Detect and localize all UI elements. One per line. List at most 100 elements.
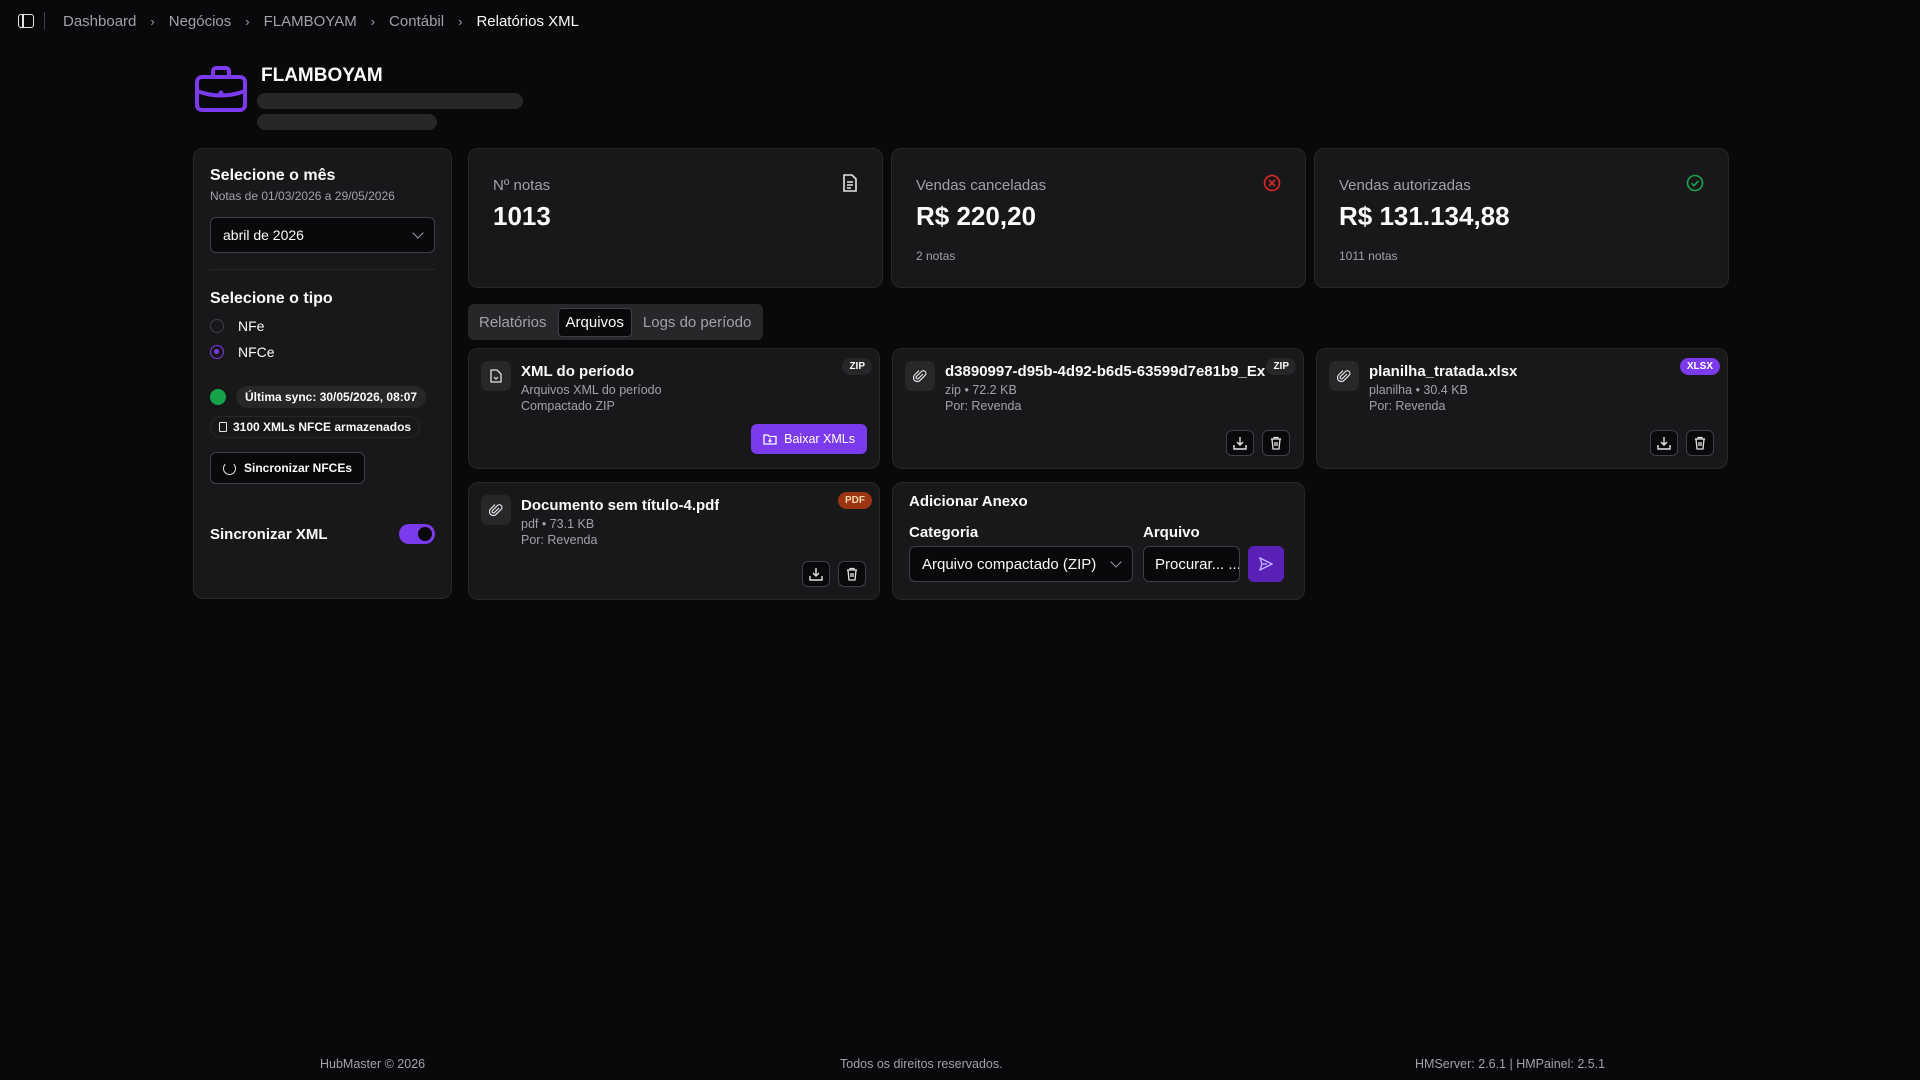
stat-card-cancelled: Vendas canceladas R$ 220,20 2 notas — [891, 148, 1306, 288]
type-title: Selecione o tipo — [210, 290, 333, 307]
send-attachment-button[interactable] — [1248, 546, 1284, 582]
radio-label: NFe — [238, 318, 265, 334]
chevron-down-icon — [412, 227, 424, 239]
skeleton-line — [257, 114, 437, 130]
stat-value: R$ 131.134,88 — [1339, 201, 1510, 231]
file-name: planilha_tratada.xlsx — [1369, 363, 1518, 380]
check-circle-icon — [1686, 174, 1704, 192]
breadcrumb-negocios[interactable]: Negócios — [169, 13, 232, 30]
month-select-value: abril de 2026 — [223, 227, 304, 243]
download-button[interactable] — [802, 561, 830, 587]
file-label: Arquivo — [1143, 524, 1200, 541]
file-type-badge: PDF — [838, 492, 872, 509]
breadcrumb-contabil[interactable]: Contábil — [389, 13, 444, 30]
download-icon — [809, 568, 823, 581]
download-icon — [1657, 437, 1671, 450]
file-meta: zip • 72.2 KB — [945, 383, 1017, 397]
file-type-badge: ZIP — [1266, 358, 1296, 375]
delete-button[interactable] — [1686, 430, 1714, 456]
paperclip-icon — [905, 361, 935, 391]
file-name: XML do período — [521, 363, 635, 380]
radio-button-selected-icon[interactable] — [210, 345, 224, 359]
sync-status: Última sync: 30/05/2026, 08:07 — [210, 386, 435, 408]
file-icon — [481, 361, 511, 391]
briefcase-icon — [195, 66, 247, 112]
stat-label: Vendas canceladas — [916, 177, 1047, 194]
footer-rights: Todos os direitos reservados. — [840, 1057, 1003, 1071]
file-browse-button[interactable]: Procurar... ... — [1143, 546, 1240, 582]
send-icon — [1259, 557, 1273, 571]
folder-download-icon — [763, 434, 777, 445]
tab-logs[interactable]: Logs do período — [636, 309, 758, 336]
radio-button-icon[interactable] — [210, 319, 224, 333]
file-icon — [219, 422, 227, 432]
breadcrumb: Dashboard › Negócios › FLAMBOYAM › Contá… — [63, 13, 579, 30]
radio-nfce[interactable]: NFCe — [210, 344, 435, 360]
file-meta: Arquivos XML do período — [521, 383, 662, 397]
tab-arquivos[interactable]: Arquivos — [557, 307, 632, 337]
sync-xml-label: Sincronizar XML — [210, 525, 328, 543]
refresh-icon — [223, 461, 236, 475]
breadcrumb-current: Relatórios XML — [476, 12, 579, 30]
trash-icon — [1695, 436, 1705, 450]
month-select[interactable]: abril de 2026 — [210, 217, 435, 253]
radio-label: NFCe — [238, 344, 275, 360]
chevron-right-icon: › — [370, 13, 376, 29]
stored-xml-text: 3100 XMLs NFCE armazenados — [233, 420, 412, 434]
paperclip-icon — [481, 495, 511, 525]
file-meta: Por: Revenda — [1369, 399, 1446, 413]
tab-relatorios[interactable]: Relatórios — [472, 309, 554, 336]
skeleton-line — [257, 93, 523, 109]
document-icon — [843, 174, 857, 192]
breadcrumb-company[interactable]: FLAMBOYAM — [264, 13, 357, 30]
file-card-pdf: Documento sem título-4.pdf pdf • 73.1 KB… — [468, 482, 880, 600]
file-card-xml-period: XML do período Arquivos XML do período C… — [468, 348, 880, 469]
month-title: Selecione o mês — [210, 167, 336, 184]
x-circle-icon — [1263, 174, 1281, 192]
stat-sub: 1011 notas — [1339, 249, 1398, 263]
chevron-right-icon: › — [458, 13, 463, 29]
sync-xml-row: Sincronizar XML — [210, 524, 435, 544]
file-type-badge: ZIP — [842, 358, 872, 375]
sync-nfce-button[interactable]: Sincronizar NFCEs — [210, 452, 366, 484]
paperclip-icon — [1329, 361, 1359, 391]
file-meta: pdf • 73.1 KB — [521, 517, 595, 531]
stored-xml-badge: 3100 XMLs NFCE armazenados — [210, 416, 421, 438]
delete-button[interactable] — [1262, 430, 1290, 456]
attachment-title: Adicionar Anexo — [909, 493, 1028, 510]
chevron-down-icon — [1110, 556, 1122, 568]
chevron-right-icon: › — [245, 13, 250, 29]
file-name: d3890997-d95b-4d92-b6d5-63599d7e81b9_Ex — [945, 363, 1266, 380]
download-button[interactable] — [1226, 430, 1254, 456]
footer-version: HMServer: 2.6.1 | HMPainel: 2.5.1 — [1415, 1057, 1606, 1071]
stat-sub: 2 notas — [916, 249, 956, 263]
file-card-zip: d3890997-d95b-4d92-b6d5-63599d7e81b9_Ex … — [892, 348, 1304, 469]
file-name: Documento sem título-4.pdf — [521, 497, 720, 514]
category-select[interactable]: Arquivo compactado (ZIP) — [909, 546, 1133, 582]
trash-icon — [847, 567, 857, 581]
tabs: Relatórios Arquivos Logs do período — [468, 304, 763, 340]
month-range: Notas de 01/03/2026 a 29/05/2026 — [210, 189, 395, 203]
file-meta: Compactado ZIP — [521, 399, 615, 413]
download-xmls-label: Baixar XMLs — [784, 432, 855, 446]
download-button[interactable] — [1650, 430, 1678, 456]
stat-value: R$ 220,20 — [916, 201, 1036, 231]
divider — [210, 269, 435, 270]
radio-nfe[interactable]: NFe — [210, 318, 435, 334]
stat-card-authorized: Vendas autorizadas R$ 131.134,88 1011 no… — [1314, 148, 1729, 288]
stat-label: Nº notas — [493, 177, 551, 194]
stat-value: 1013 — [493, 201, 551, 231]
file-meta: Por: Revenda — [945, 399, 1022, 413]
footer-copyright: HubMaster © 2026 — [320, 1057, 426, 1071]
filter-panel: Selecione o mês Notas de 01/03/2026 a 29… — [193, 148, 452, 599]
top-bar: Dashboard › Negócios › FLAMBOYAM › Contá… — [0, 0, 1920, 42]
download-xmls-button[interactable]: Baixar XMLs — [751, 424, 867, 454]
sidebar-toggle-icon[interactable] — [18, 14, 34, 28]
file-meta: planilha • 30.4 KB — [1369, 383, 1468, 397]
delete-button[interactable] — [838, 561, 866, 587]
sync-xml-toggle[interactable] — [399, 524, 435, 544]
file-card-xlsx: planilha_tratada.xlsx planilha • 30.4 KB… — [1316, 348, 1728, 469]
topbar-divider — [44, 12, 45, 30]
file-meta: Por: Revenda — [521, 533, 598, 547]
breadcrumb-dashboard[interactable]: Dashboard — [63, 13, 136, 30]
